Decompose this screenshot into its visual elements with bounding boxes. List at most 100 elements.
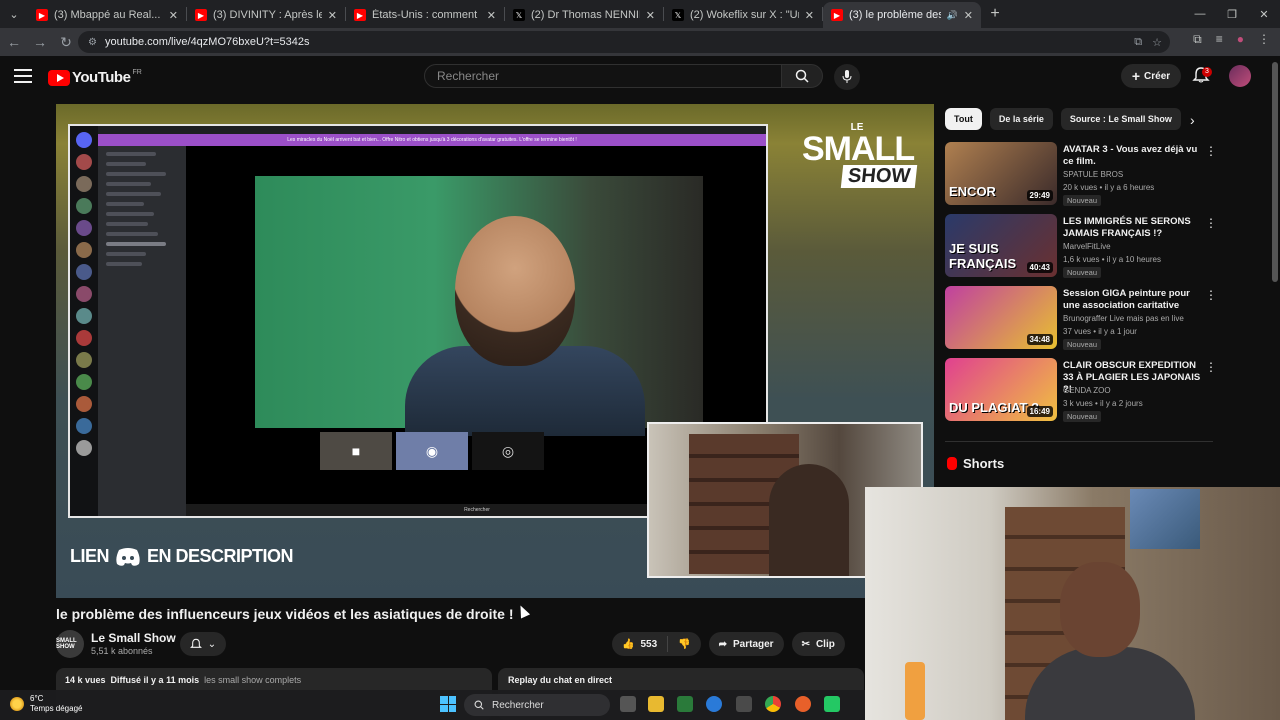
store-icon[interactable] xyxy=(736,696,752,712)
recommended-title[interactable]: AVATAR 3 - Vous avez déjà vu ce film. xyxy=(1063,144,1201,168)
recommended-title[interactable]: Session GIGA peinture pour une associati… xyxy=(1063,288,1201,312)
filter-chip[interactable]: Source : Le Small Show xyxy=(1060,108,1181,130)
video-thumbnail[interactable]: 34:48 xyxy=(945,286,1057,349)
browser-tab[interactable]: 𝕏 (2) Dr Thomas NENNINGER sur ✕ xyxy=(505,2,663,28)
weather-widget[interactable]: 6°C Temps dégagé xyxy=(10,694,82,714)
chrome-icon[interactable] xyxy=(765,696,781,712)
forward-icon[interactable]: → xyxy=(28,30,52,54)
thumbs-up-icon: 👍 xyxy=(622,638,635,650)
search-input[interactable]: Rechercher xyxy=(424,64,782,88)
page-scrollbar[interactable] xyxy=(1272,62,1278,282)
account-avatar[interactable] xyxy=(1229,65,1251,87)
recommended-title[interactable]: LES IMMIGRÉS NE SERONS JAMAIS FRANÇAIS !… xyxy=(1063,216,1201,240)
more-options-icon[interactable]: ⋮ xyxy=(1205,288,1217,302)
extensions-icon[interactable]: ⧉ xyxy=(1193,32,1202,47)
windows-start-icon[interactable] xyxy=(440,696,456,712)
chevron-down-icon: ⌄ xyxy=(207,638,217,650)
description-tag[interactable]: les small show complets xyxy=(204,675,301,685)
browser-tab[interactable]: ▶ (3) le problème des influenc 🔊 ✕ xyxy=(823,2,981,28)
close-tab-icon[interactable]: ✕ xyxy=(964,9,973,22)
more-options-icon[interactable]: ⋮ xyxy=(1205,360,1217,374)
en-description-text: EN DESCRIPTION xyxy=(147,546,294,566)
close-tab-icon[interactable]: ✕ xyxy=(328,9,337,22)
video-thumbnail[interactable]: DU PLAGIAT ? 16:49 xyxy=(945,358,1057,421)
recommended-video[interactable]: DU PLAGIAT ? 16:49 CLAIR OBSCUR EXPEDITI… xyxy=(945,358,1217,422)
close-tab-icon[interactable]: ✕ xyxy=(805,9,814,22)
like-button[interactable]: 👍 553 xyxy=(612,632,667,656)
url-field[interactable]: ⚙ youtube.com/live/4qzMO76bxeU?t=5342s ⧉… xyxy=(78,31,1170,53)
thumbnail-text: ENCOR xyxy=(949,184,996,199)
discord-nitro-banner: Les miracles du Noël arrivent bat et bie… xyxy=(98,134,766,146)
chevron-right-icon[interactable]: › xyxy=(1190,112,1195,128)
recommended-meta: 1,6 k vues • il y a 10 heures xyxy=(1063,255,1161,264)
recommended-channel[interactable]: MarvelFitLive xyxy=(1063,242,1111,251)
recommended-channel[interactable]: GENDA ZOO xyxy=(1063,386,1111,395)
like-count: 553 xyxy=(640,638,658,650)
filter-chip[interactable]: De la série xyxy=(989,108,1053,130)
voice-search-button[interactable] xyxy=(834,64,860,90)
channel-avatar[interactable]: SMALL SHOW xyxy=(56,630,84,658)
tab-search-icon[interactable]: ⌄ xyxy=(0,0,28,28)
windows-taskbar: 6°C Temps dégagé Rechercher xyxy=(0,690,865,720)
close-window-icon[interactable]: ✕ xyxy=(1248,0,1280,28)
speaker-icon[interactable]: 🔊 xyxy=(947,10,958,21)
bookmark-star-icon[interactable]: ☆ xyxy=(1152,36,1162,49)
firefox-icon[interactable] xyxy=(795,696,811,712)
site-info-icon[interactable]: ⚙ xyxy=(88,37,97,48)
create-button[interactable]: + Créer xyxy=(1121,64,1181,88)
media-controls-icon[interactable]: ≡ xyxy=(1216,32,1223,47)
streamer-webcam xyxy=(255,176,703,436)
search-placeholder: Rechercher xyxy=(437,69,500,83)
subscription-bell-button[interactable]: ⌄ xyxy=(180,632,226,656)
menu-icon[interactable] xyxy=(14,69,32,83)
more-options-icon[interactable]: ⋮ xyxy=(1205,144,1217,158)
weather-condition: Temps dégagé xyxy=(30,704,83,713)
search-button[interactable] xyxy=(781,64,823,88)
recommended-meta: 3 k vues • il y a 2 jours xyxy=(1063,399,1143,408)
youtube-logo[interactable]: YouTube FR xyxy=(48,69,142,86)
video-thumbnail[interactable]: ENCOR 29:49 xyxy=(945,142,1057,205)
filter-chips: Tout De la série Source : Le Small Show xyxy=(945,108,1181,130)
browser-tab[interactable]: ▶ (3) Mbappé au Real... touché par ✕ xyxy=(28,2,186,28)
x-favicon-icon: 𝕏 xyxy=(672,9,684,21)
recommended-video[interactable]: ENCOR 29:49 AVATAR 3 - Vous avez déjà vu… xyxy=(945,142,1217,206)
close-tab-icon[interactable]: ✕ xyxy=(487,9,496,22)
video-duration: 29:49 xyxy=(1026,190,1053,201)
more-options-icon[interactable]: ⋮ xyxy=(1205,216,1217,230)
app-icon[interactable] xyxy=(824,696,840,712)
close-tab-icon[interactable]: ✕ xyxy=(646,9,655,22)
install-app-icon[interactable]: ⧉ xyxy=(1134,36,1142,49)
maximize-icon[interactable]: ❐ xyxy=(1216,0,1248,28)
file-explorer-icon[interactable] xyxy=(648,696,664,712)
tab-title: (2) Wokeflix sur X : "Unfcukgit xyxy=(690,9,799,21)
back-icon[interactable]: ← xyxy=(2,30,26,54)
minimize-icon[interactable]: — xyxy=(1184,0,1216,28)
recommended-video[interactable]: JE SUIS FRANÇAIS 40:43 LES IMMIGRÉS NE S… xyxy=(945,214,1217,278)
sun-icon xyxy=(10,697,24,711)
task-view-icon[interactable] xyxy=(620,696,636,712)
description-link-banner: LIEN EN DESCRIPTION xyxy=(70,546,294,567)
browser-tab[interactable]: 𝕏 (2) Wokeflix sur X : "Unfcukgit ✕ xyxy=(664,2,822,28)
microphone-icon xyxy=(842,70,852,83)
recommended-channel[interactable]: SPATULE BROS xyxy=(1063,170,1123,179)
new-tab-button[interactable]: + xyxy=(981,5,1009,23)
taskbar-search[interactable]: Rechercher xyxy=(464,694,610,716)
nvidia-icon[interactable] xyxy=(677,696,693,712)
filter-chip[interactable]: Tout xyxy=(945,108,982,130)
dislike-button[interactable]: 👎 xyxy=(668,632,700,656)
profile-icon[interactable]: ● xyxy=(1237,32,1244,47)
recommended-meta: 20 k vues • il y a 6 heures xyxy=(1063,183,1155,192)
close-tab-icon[interactable]: ✕ xyxy=(169,9,178,22)
reload-icon[interactable]: ↻ xyxy=(54,30,78,54)
browser-tab[interactable]: ▶ (3) DIVINITY : Après le trailer, La ✕ xyxy=(187,2,345,28)
recommended-channel[interactable]: Brunograffer Live mais pas en live xyxy=(1063,314,1184,323)
recommended-video[interactable]: 34:48 Session GIGA peinture pour une ass… xyxy=(945,286,1217,350)
edge-icon[interactable] xyxy=(706,696,722,712)
clip-button[interactable]: ✂ Clip xyxy=(791,632,845,656)
share-button[interactable]: ➦ Partager xyxy=(708,632,784,656)
divider xyxy=(945,441,1213,442)
browser-tab[interactable]: ▶ États-Unis : comment Donald T ✕ xyxy=(346,2,504,28)
channel-name[interactable]: Le Small Show xyxy=(91,631,176,645)
browser-menu-icon[interactable]: ⋮ xyxy=(1258,32,1270,47)
video-thumbnail[interactable]: JE SUIS FRANÇAIS 40:43 xyxy=(945,214,1057,277)
